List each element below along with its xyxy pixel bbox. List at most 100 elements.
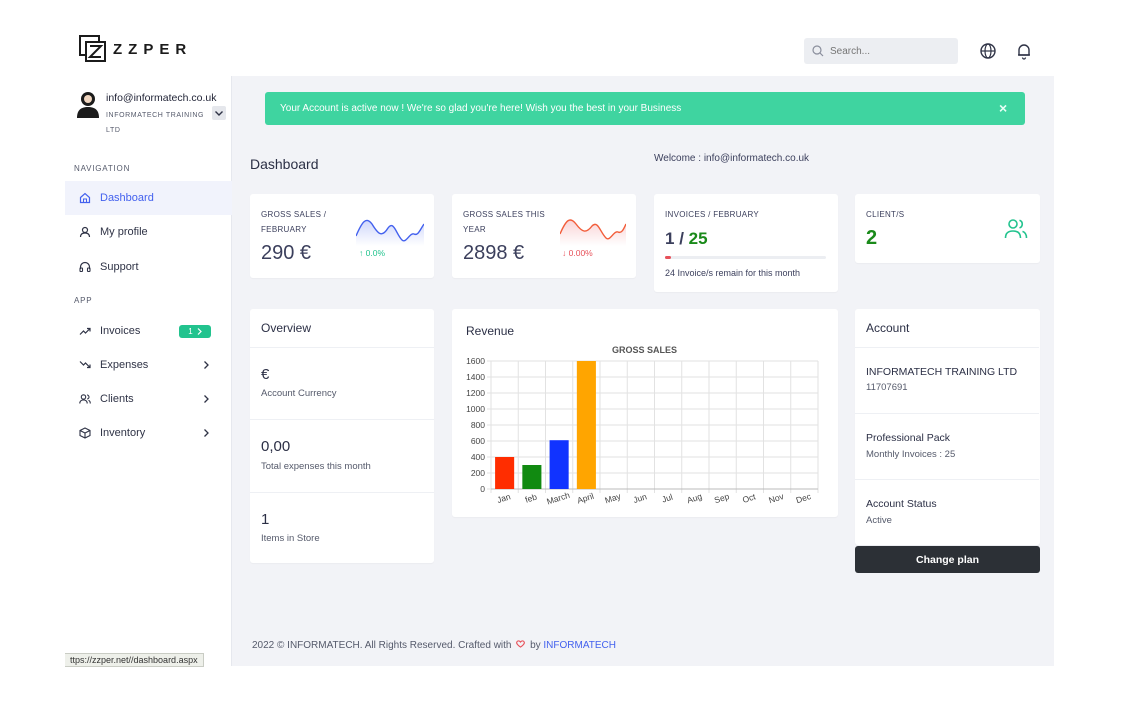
search-input[interactable] bbox=[830, 45, 940, 57]
zzper-logo-icon bbox=[79, 35, 106, 62]
arrow-down-icon: ↓ bbox=[562, 248, 567, 258]
sidebar-item-label: Inventory bbox=[100, 427, 146, 439]
y-tick-label: 1400 bbox=[466, 372, 485, 382]
logo[interactable]: ZZPER bbox=[79, 35, 192, 63]
kpi-label: GROSS SALES / FEBRUARY bbox=[261, 210, 327, 234]
search-icon bbox=[812, 45, 824, 57]
x-tick-label: Oct bbox=[741, 491, 757, 505]
sidebar-item-label: Expenses bbox=[100, 359, 149, 371]
trending-down-icon bbox=[79, 361, 91, 369]
overview-title: Overview bbox=[261, 321, 312, 335]
kpi-label: CLIENT/S bbox=[866, 210, 905, 219]
kpi-invoices: INVOICES / FEBRUARY 1 / 25 24 Invoice/s … bbox=[654, 194, 838, 292]
kpi-value: 290 € bbox=[261, 242, 312, 264]
bell-icon[interactable] bbox=[1015, 42, 1033, 60]
app-window: ZZPER info@informatech.co.uk INFORMATECH… bbox=[65, 22, 1054, 666]
kpi-clients: CLIENT/S 2 bbox=[855, 194, 1040, 263]
trending-up-icon bbox=[79, 327, 91, 335]
chevron-right-icon bbox=[197, 328, 202, 335]
overview-row: 1 Items in Store bbox=[250, 492, 434, 563]
user-company: INFORMATECH TRAINING LTD bbox=[106, 112, 205, 134]
sidebar-item-clients[interactable]: Clients bbox=[65, 382, 232, 416]
invoice-progress-fill bbox=[665, 256, 672, 259]
sidebar-item-inventory[interactable]: Inventory bbox=[65, 416, 232, 450]
account-title: Account bbox=[866, 321, 910, 335]
trend-up: ↑ 0.0% bbox=[359, 248, 385, 258]
sparkline-chart bbox=[560, 219, 626, 246]
account-plan: Professional Pack bbox=[866, 432, 951, 444]
page-title: Dashboard bbox=[250, 156, 319, 172]
trend-value: 0.0% bbox=[365, 248, 385, 258]
arrow-up-icon: ↑ bbox=[359, 248, 364, 258]
users-icon bbox=[79, 394, 91, 404]
search-box[interactable] bbox=[804, 38, 958, 64]
revenue-bar-chart: GROSS SALES 0 200 400 600 800 1000 1200 1400 1600… bbox=[466, 345, 819, 507]
footer-brand-link[interactable]: INFORMATECH bbox=[543, 640, 616, 651]
invoice-progress-track bbox=[665, 256, 826, 259]
change-plan-button[interactable]: Change plan bbox=[855, 546, 1040, 573]
invoices-count: 1 bbox=[188, 327, 193, 336]
invoices-separator: / bbox=[674, 229, 689, 248]
overview-value: € bbox=[261, 366, 270, 383]
sidebar-item-support[interactable]: Support bbox=[65, 250, 232, 284]
overview-row: € Account Currency bbox=[250, 347, 434, 419]
x-tick-label: feb bbox=[524, 491, 539, 504]
account-status: Active bbox=[866, 515, 892, 526]
overview-card: Overview € Account Currency 0,00 Total e… bbox=[250, 309, 434, 563]
invoices-remaining-text: 24 Invoice/s remain for this month bbox=[665, 268, 801, 278]
x-tick-label: Nov bbox=[767, 491, 785, 505]
overview-label: Total expenses this month bbox=[261, 461, 371, 472]
invoices-count-badge: 1 bbox=[179, 325, 211, 338]
x-tick-label: May bbox=[604, 491, 623, 506]
invoices-total: 25 bbox=[688, 229, 708, 248]
chevron-right-icon bbox=[204, 361, 209, 369]
globe-icon[interactable] bbox=[979, 42, 997, 60]
y-tick-label: 200 bbox=[471, 468, 485, 478]
sidebar-item-invoices[interactable]: Invoices 1 bbox=[65, 314, 232, 348]
user-icon bbox=[79, 226, 91, 238]
x-tick-label: April bbox=[576, 491, 595, 506]
sidebar-item-my-profile[interactable]: My profile bbox=[65, 215, 232, 249]
sidebar-item-label: My profile bbox=[100, 226, 148, 238]
kpi-gross-sales-month: GROSS SALES / FEBRUARY 290 € ↑ 0.0% bbox=[250, 194, 434, 278]
bar bbox=[522, 465, 542, 489]
bar bbox=[576, 361, 596, 489]
footer: 2022 © INFORMATECH. All Rights Reserved.… bbox=[252, 640, 616, 651]
y-tick-label: 0 bbox=[480, 484, 485, 494]
heart-icon bbox=[516, 640, 526, 648]
sidebar-item-label: Dashboard bbox=[100, 192, 154, 204]
trend-down: ↓ 0.00% bbox=[562, 248, 593, 258]
sidebar-item-dashboard[interactable]: Dashboard bbox=[65, 181, 232, 215]
kpi-value: 2898 € bbox=[463, 242, 525, 264]
box-icon bbox=[79, 427, 91, 439]
sidebar-item-label: Clients bbox=[100, 393, 134, 405]
main-content: Your Account is active now ! We're so gl… bbox=[233, 76, 1054, 666]
users-icon bbox=[1004, 219, 1028, 239]
welcome-text: Welcome : info@informatech.co.uk bbox=[654, 153, 810, 164]
y-tick-label: 1200 bbox=[466, 388, 485, 398]
overview-label: Account Currency bbox=[261, 388, 337, 399]
user-menu-toggle[interactable] bbox=[212, 106, 226, 120]
account-number: 11707691 bbox=[866, 382, 908, 393]
account-company: INFORMATECH TRAINING LTD bbox=[866, 366, 1018, 378]
chevron-right-icon bbox=[204, 395, 209, 403]
y-tick-label: 1600 bbox=[466, 356, 485, 366]
x-tick-label: Jan bbox=[496, 491, 512, 505]
overview-value: 0,00 bbox=[261, 438, 291, 455]
bar bbox=[495, 457, 515, 489]
overview-row: 0,00 Total expenses this month bbox=[250, 419, 434, 492]
bar bbox=[549, 440, 569, 489]
invoice-usage: 1 / 25 bbox=[665, 229, 708, 249]
overview-value: 1 bbox=[261, 511, 270, 528]
x-tick-label: Jun bbox=[632, 491, 648, 505]
footer-by: by bbox=[530, 640, 541, 651]
account-card: Account INFORMATECH TRAINING LTD 1170769… bbox=[855, 309, 1040, 545]
y-tick-label: 600 bbox=[471, 436, 485, 446]
sidebar-item-expenses[interactable]: Expenses bbox=[65, 348, 232, 382]
y-tick-label: 400 bbox=[471, 452, 485, 462]
close-icon[interactable]: × bbox=[999, 101, 1011, 115]
x-tick-label: Aug bbox=[686, 491, 704, 505]
account-plan-detail: Monthly Invoices : 25 bbox=[866, 449, 956, 460]
revenue-card: Revenue GROSS SALES 0 200 400 600 800 1000 1200… bbox=[452, 309, 838, 517]
alert-text: Your Account is active now ! We're so gl… bbox=[280, 103, 682, 114]
